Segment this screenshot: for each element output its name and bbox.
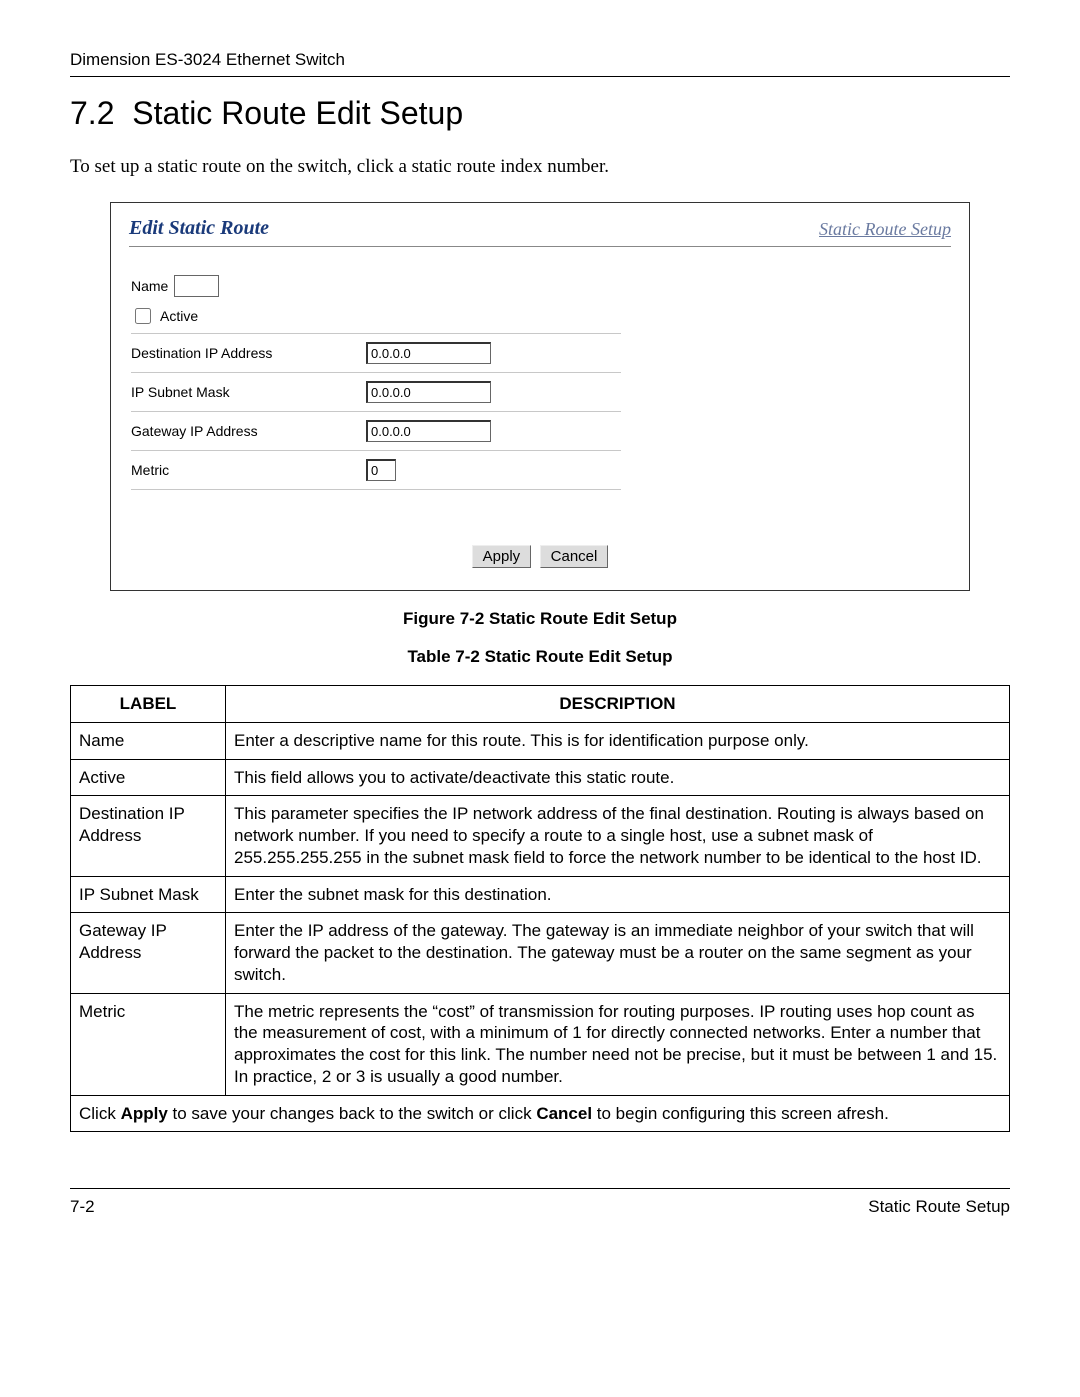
table-row: Active This field allows you to activate… (71, 759, 1010, 796)
row-label: IP Subnet Mask (71, 876, 226, 913)
intro-text: To set up a static route on the switch, … (70, 156, 1010, 178)
th-label: LABEL (71, 686, 226, 723)
section-heading: 7.2 Static Route Edit Setup (70, 95, 1010, 132)
row-label: Destination IP Address (71, 796, 226, 876)
row-desc: The metric represents the “cost” of tran… (226, 993, 1010, 1095)
row-label: Active (71, 759, 226, 796)
static-route-setup-link[interactable]: Static Route Setup (819, 219, 951, 240)
table-caption: Table 7-2 Static Route Edit Setup (70, 647, 1010, 667)
description-table: LABEL DESCRIPTION Name Enter a descripti… (70, 685, 1010, 1132)
table-row: IP Subnet Mask Enter the subnet mask for… (71, 876, 1010, 913)
name-label: Name (131, 278, 168, 294)
footer-section-name: Static Route Setup (868, 1197, 1010, 1217)
row-desc: Enter the IP address of the gateway. The… (226, 913, 1010, 993)
metric-input[interactable] (366, 459, 396, 481)
active-checkbox[interactable] (135, 308, 151, 324)
row-desc: This parameter specifies the IP network … (226, 796, 1010, 876)
table-row: Gateway IP Address Enter the IP address … (71, 913, 1010, 993)
row-desc: Enter the subnet mask for this destinati… (226, 876, 1010, 913)
table-row: Name Enter a descriptive name for this r… (71, 722, 1010, 759)
row-label: Name (71, 722, 226, 759)
metric-label: Metric (131, 462, 366, 478)
row-desc: This field allows you to activate/deacti… (226, 759, 1010, 796)
active-label: Active (160, 308, 198, 324)
row-desc: Enter a descriptive name for this route.… (226, 722, 1010, 759)
dest-ip-input[interactable] (366, 342, 491, 364)
row-label: Metric (71, 993, 226, 1095)
panel-title: Edit Static Route (129, 217, 269, 240)
cancel-button[interactable]: Cancel (540, 545, 609, 568)
edit-static-route-panel: Edit Static Route Static Route Setup Nam… (110, 202, 970, 591)
figure-caption: Figure 7-2 Static Route Edit Setup (70, 609, 1010, 629)
section-number: 7.2 (70, 95, 114, 131)
subnet-mask-input[interactable] (366, 381, 491, 403)
panel-header: Edit Static Route Static Route Setup (129, 217, 951, 247)
table-row: Destination IP Address This parameter sp… (71, 796, 1010, 876)
table-footer-note: Click Apply to save your changes back to… (71, 1095, 1010, 1132)
gateway-ip-label: Gateway IP Address (131, 423, 366, 439)
subnet-mask-label: IP Subnet Mask (131, 384, 366, 400)
gateway-ip-input[interactable] (366, 420, 491, 442)
table-row: Metric The metric represents the “cost” … (71, 993, 1010, 1095)
dest-ip-label: Destination IP Address (131, 345, 366, 361)
name-input[interactable] (174, 275, 219, 297)
page-footer: 7-2 Static Route Setup (70, 1188, 1010, 1217)
table-row: Click Apply to save your changes back to… (71, 1095, 1010, 1132)
section-title: Static Route Edit Setup (132, 95, 463, 131)
page-number: 7-2 (70, 1197, 95, 1217)
apply-button[interactable]: Apply (472, 545, 532, 568)
running-head: Dimension ES-3024 Ethernet Switch (70, 50, 1010, 77)
th-description: DESCRIPTION (226, 686, 1010, 723)
row-label: Gateway IP Address (71, 913, 226, 993)
